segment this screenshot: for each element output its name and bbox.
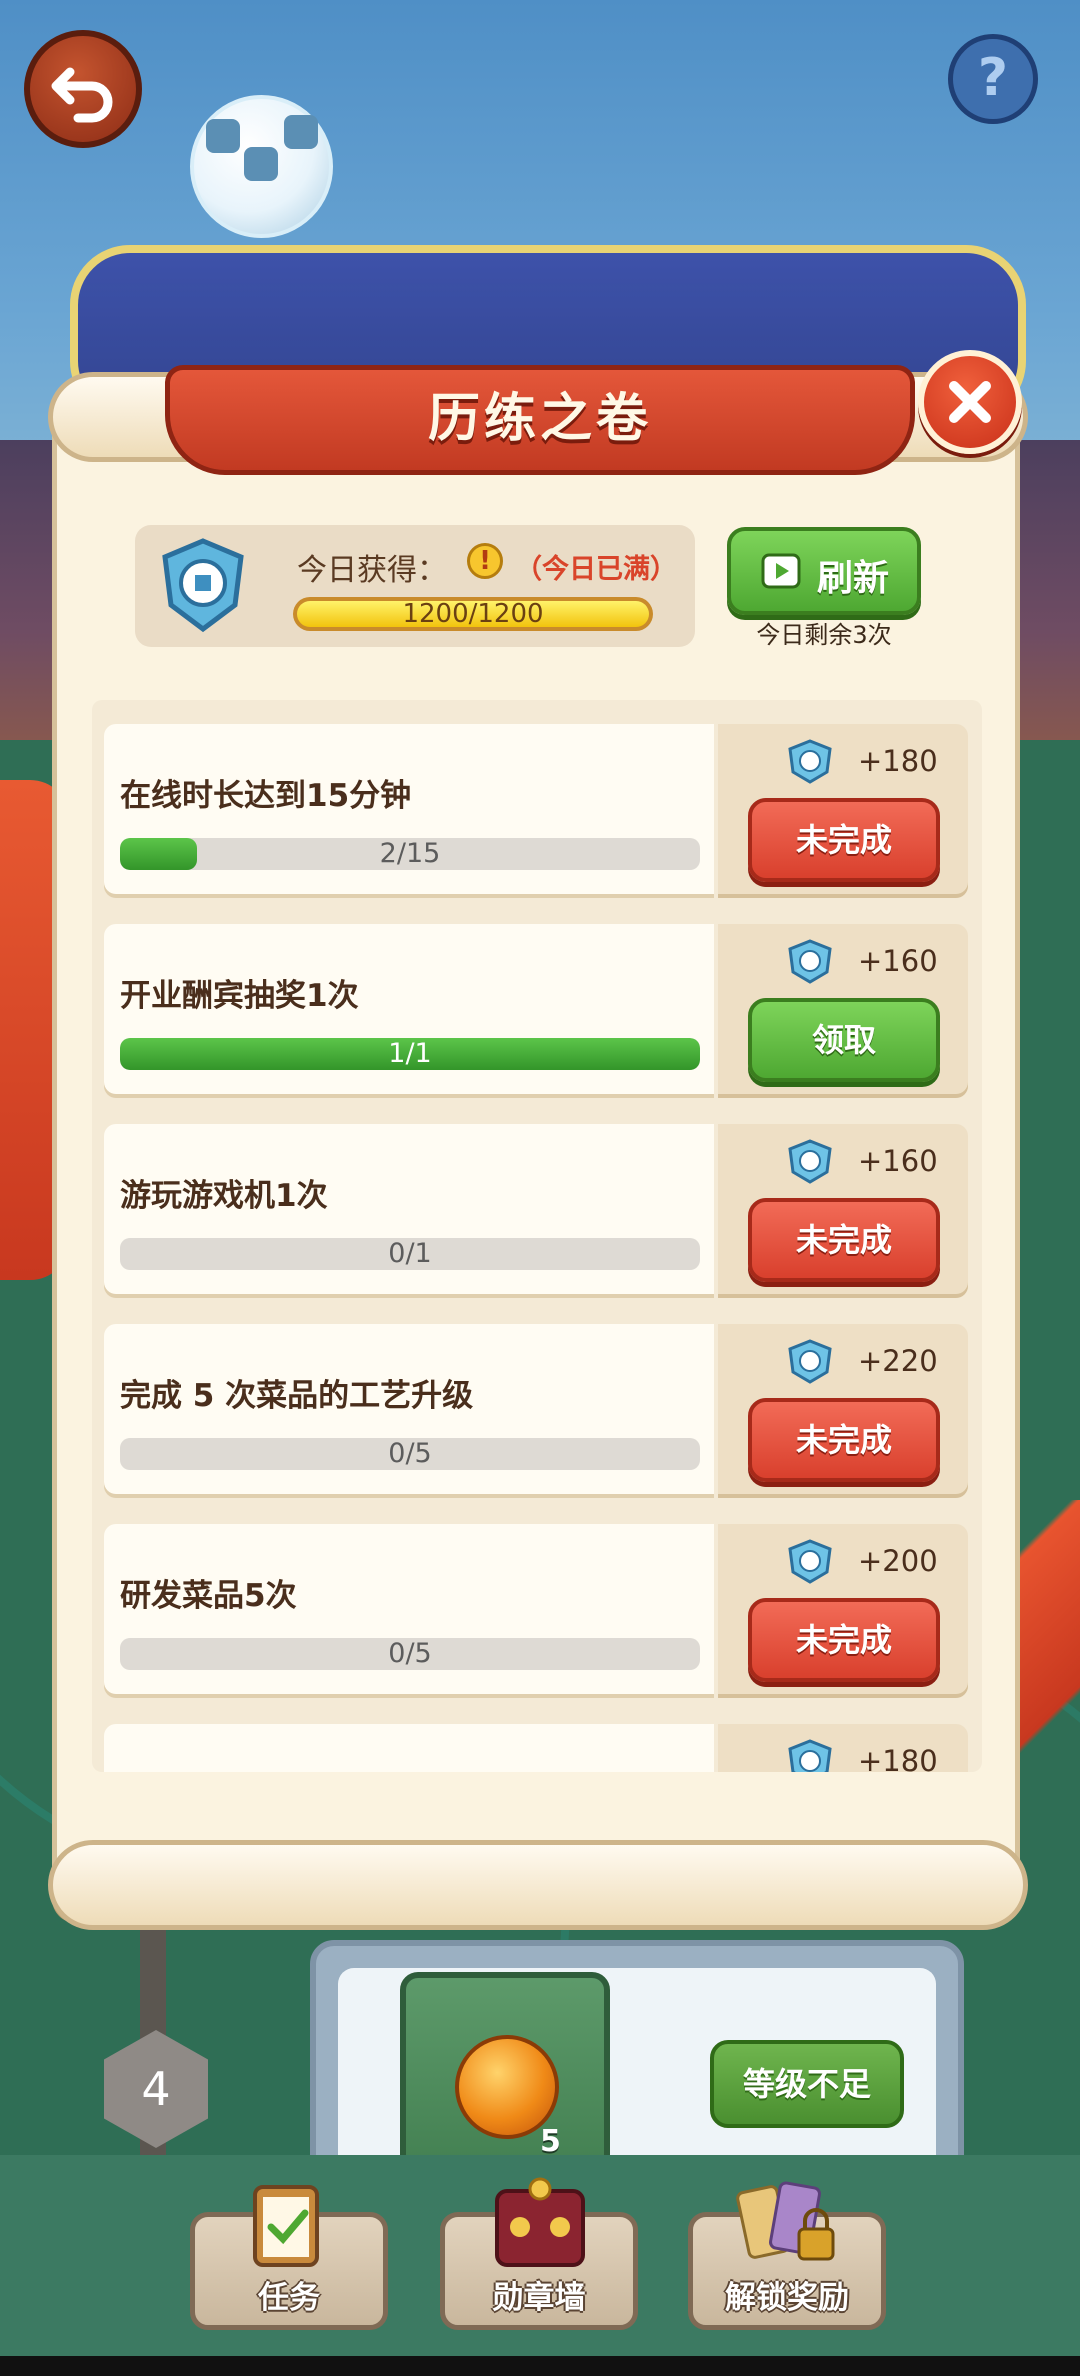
task-reward-value: +220 bbox=[858, 1344, 938, 1378]
lock-cards-icon bbox=[736, 2181, 835, 2261]
tab-unlock-rewards[interactable]: 解锁奖励 bbox=[688, 2181, 886, 2330]
tab-label: 任务 bbox=[258, 2280, 320, 2316]
task-progress-text: 1/1 bbox=[388, 1038, 432, 1069]
task-title: 在线时长达到15分钟 bbox=[120, 778, 412, 814]
task-row: 游玩游戏机1次 0/1 +160 未完成 bbox=[104, 1124, 968, 1294]
video-icon bbox=[761, 553, 801, 589]
task-progress-bar: 1/1 bbox=[120, 1038, 700, 1070]
task-title: 研发菜品5次 bbox=[120, 1578, 297, 1614]
task-reward-value: +180 bbox=[858, 1744, 938, 1772]
task-row: 完成 5 次菜品的工艺升级 0/5 +220 未完成 bbox=[104, 1324, 968, 1494]
task-row: +180 bbox=[104, 1724, 968, 1772]
task-progress-text: 0/1 bbox=[388, 1238, 432, 1269]
reward-count: 5 bbox=[540, 2124, 561, 2159]
tab-medal-wall[interactable]: 勋章墙 bbox=[440, 2177, 638, 2330]
task-row: 在线时长达到15分钟 2/15 +180 未完成 bbox=[104, 724, 968, 894]
close-icon bbox=[949, 381, 991, 423]
level-insufficient-button[interactable]: 等级不足 bbox=[710, 2040, 904, 2128]
task-progress-bar: 0/1 bbox=[120, 1238, 700, 1270]
task-reward-value: +160 bbox=[858, 1144, 938, 1178]
system-nav-strip bbox=[0, 2356, 1080, 2376]
badge-icon bbox=[788, 1339, 832, 1384]
refresh-label: 刷新 bbox=[817, 558, 890, 599]
daily-summary: 今日获得： ! （今日已满） 1200/1200 bbox=[135, 525, 695, 647]
task-incomplete-button[interactable]: 未完成 bbox=[748, 1198, 940, 1282]
refresh-button[interactable]: 刷新 bbox=[727, 527, 921, 615]
clipboard-icon bbox=[253, 2185, 319, 2267]
badge-icon bbox=[788, 739, 832, 784]
daily-earned-label: 今日获得： bbox=[297, 553, 447, 588]
daily-full-status: （今日已满） bbox=[515, 554, 677, 585]
close-button[interactable] bbox=[918, 350, 1022, 454]
task-title: 开业酬宾抽奖1次 bbox=[120, 978, 359, 1014]
task-progress-text: 2/15 bbox=[379, 838, 441, 869]
badge-icon bbox=[788, 1139, 832, 1184]
warning-icon: ! bbox=[467, 543, 503, 579]
daily-progress-text: 1200/1200 bbox=[402, 599, 544, 629]
back-arrow-icon bbox=[51, 67, 113, 123]
soccer-ball-decoration bbox=[190, 95, 333, 238]
task-claim-button[interactable]: 领取 bbox=[748, 998, 940, 1082]
tab-label: 解锁奖励 bbox=[725, 2280, 849, 2316]
medal-wall-icon bbox=[495, 2177, 585, 2267]
refresh-remaining: 今日剩余3次 bbox=[756, 621, 892, 649]
panel-title: 历练之卷 bbox=[165, 365, 915, 475]
task-list[interactable]: 在线时长达到15分钟 2/15 +180 未完成 开业酬宾抽奖1次 1/1 +1… bbox=[92, 700, 982, 1772]
back-button[interactable] bbox=[24, 30, 142, 148]
daily-progress-bar: 1200/1200 bbox=[293, 597, 653, 631]
badge-icon bbox=[788, 1539, 832, 1584]
task-progress-text: 0/5 bbox=[388, 1638, 432, 1669]
badge-icon bbox=[162, 538, 244, 633]
badge-icon bbox=[788, 939, 832, 984]
task-row: 开业酬宾抽奖1次 1/1 +160 领取 bbox=[104, 924, 968, 1094]
task-reward-value: +200 bbox=[858, 1544, 938, 1578]
task-row: 研发菜品5次 0/5 +200 未完成 bbox=[104, 1524, 968, 1694]
task-progress-text: 0/5 bbox=[388, 1438, 432, 1469]
task-title: 游玩游戏机1次 bbox=[120, 1178, 328, 1214]
task-progress-bar: 2/15 bbox=[120, 838, 700, 870]
task-incomplete-button[interactable]: 未完成 bbox=[748, 798, 940, 882]
scroll-roll-bottom bbox=[48, 1840, 1028, 1930]
tab-label: 勋章墙 bbox=[492, 2280, 586, 2316]
help-button[interactable]: ? bbox=[948, 34, 1038, 124]
task-incomplete-button[interactable]: 未完成 bbox=[748, 1398, 940, 1482]
task-progress-bar: 0/5 bbox=[120, 1438, 700, 1470]
task-incomplete-button[interactable]: 未完成 bbox=[748, 1598, 940, 1682]
tab-tasks[interactable]: 任务 bbox=[190, 2185, 388, 2330]
badge-icon bbox=[788, 1739, 832, 1772]
task-progress-bar: 0/5 bbox=[120, 1638, 700, 1670]
task-reward-value: +180 bbox=[858, 744, 938, 778]
task-reward-value: +160 bbox=[858, 944, 938, 978]
task-title: 完成 5 次菜品的工艺升级 bbox=[120, 1378, 474, 1414]
